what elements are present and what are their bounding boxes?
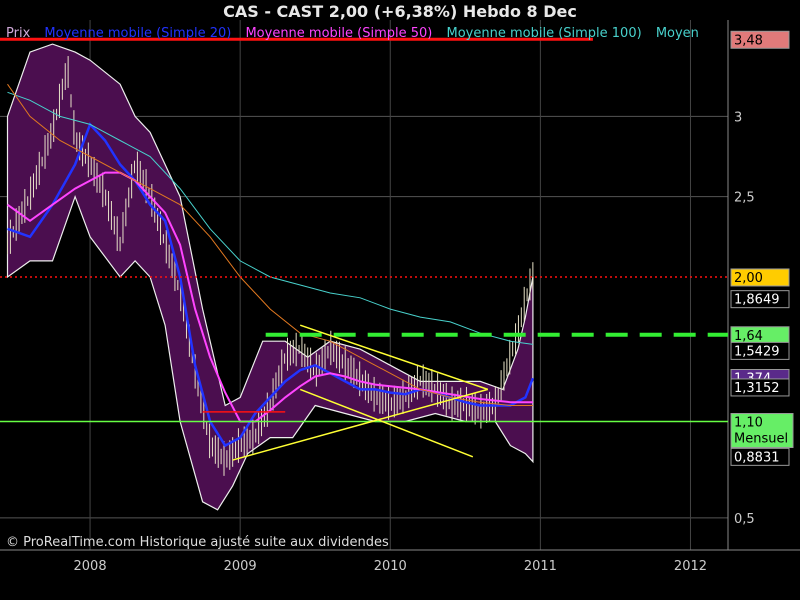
legend-item-moyen[interactable]: Moyen xyxy=(656,26,699,41)
y-tick-label: 2,5 xyxy=(734,191,755,206)
y-tick-label: 3 xyxy=(734,110,742,125)
price-tag-sublabel: Mensuel xyxy=(734,432,788,447)
price-chart[interactable]: 2008 2009 2010 2011 2012 3 2,5 0,5 3,48 2,00 1,8… xyxy=(0,0,800,600)
y-tick-label: 0,5 xyxy=(734,512,755,527)
price-tag-label: 1,8649 xyxy=(734,293,780,308)
price-tag-label: 2,00 xyxy=(734,271,763,286)
x-tick-label: 2008 xyxy=(74,559,107,574)
price-tag-label: 1,64 xyxy=(734,329,763,344)
price-tag-label: 1,3152 xyxy=(734,381,780,396)
price-tag-label: 1,5429 xyxy=(734,344,780,359)
price-tag-label: 1,10 xyxy=(734,416,763,431)
legend-item-ma100[interactable]: Moyenne mobile (Simple 100) xyxy=(447,26,642,41)
x-tick-label: 2012 xyxy=(674,559,707,574)
chart-title: CAS - CAST 2,00 (+6,38%) Hebdo 8 Dec xyxy=(223,2,577,21)
price-tag-label: 3,48 xyxy=(734,33,763,48)
price-tag-label: 0,8831 xyxy=(734,450,780,465)
legend-item-ma20[interactable]: Moyenne mobile (Simple 20) xyxy=(44,26,231,41)
legend-item-ma50[interactable]: Moyenne mobile (Simple 50) xyxy=(245,26,432,41)
x-tick-label: 2010 xyxy=(374,559,407,574)
x-tick-label: 2011 xyxy=(524,559,557,574)
credit-text: © ProRealTime.com Historique ajusté suit… xyxy=(6,535,389,550)
chart-legend: Prix Moyenne mobile (Simple 20) Moyenne … xyxy=(6,26,709,41)
x-tick-label: 2009 xyxy=(224,559,257,574)
legend-item-price[interactable]: Prix xyxy=(6,26,30,41)
